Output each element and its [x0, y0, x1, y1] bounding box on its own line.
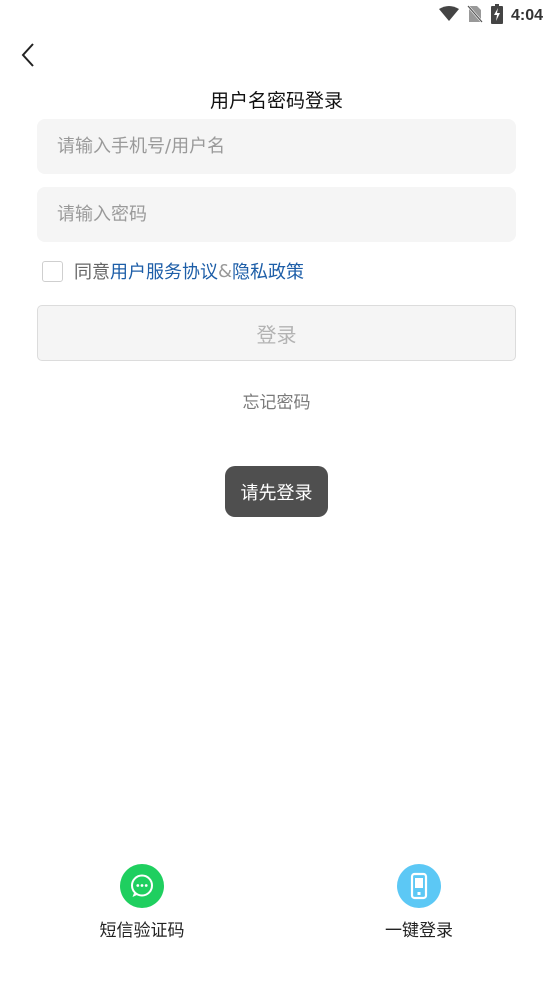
one-click-login-label: 一键登录	[385, 921, 453, 941]
agreement-row: 同意 用户服务协议 & 隐私政策	[42, 258, 304, 284]
status-icons: 4:04	[438, 4, 543, 28]
wifi-icon	[438, 6, 459, 26]
battery-charging-icon	[490, 4, 503, 28]
sms-code-login-option[interactable]: 短信验证码	[67, 864, 217, 941]
status-time: 4:04	[510, 7, 543, 24]
phone-icon	[397, 864, 441, 908]
no-sim-icon	[467, 5, 483, 27]
username-field-container	[37, 119, 516, 174]
status-bar: 4:04	[0, 0, 553, 30]
agree-checkbox[interactable]	[42, 260, 63, 282]
back-button[interactable]	[14, 42, 42, 72]
service-agreement-link[interactable]: 用户服务协议	[110, 258, 218, 284]
password-field-container	[37, 187, 516, 242]
login-button[interactable]: 登录	[37, 305, 516, 361]
agree-prefix: 同意	[74, 262, 110, 283]
chevron-left-icon	[20, 42, 36, 72]
password-input[interactable]	[55, 203, 498, 226]
chat-bubble-icon	[120, 864, 164, 908]
page-title: 用户名密码登录	[209, 90, 343, 112]
agree-separator: &	[218, 260, 233, 282]
one-click-login-option[interactable]: 一键登录	[344, 864, 494, 941]
username-input[interactable]	[55, 135, 498, 158]
sms-code-login-label: 短信验证码	[99, 921, 185, 941]
toast-message: 请先登录	[225, 466, 328, 517]
privacy-policy-link[interactable]: 隐私政策	[232, 258, 304, 284]
forgot-password-link[interactable]: 忘记密码	[0, 388, 553, 413]
